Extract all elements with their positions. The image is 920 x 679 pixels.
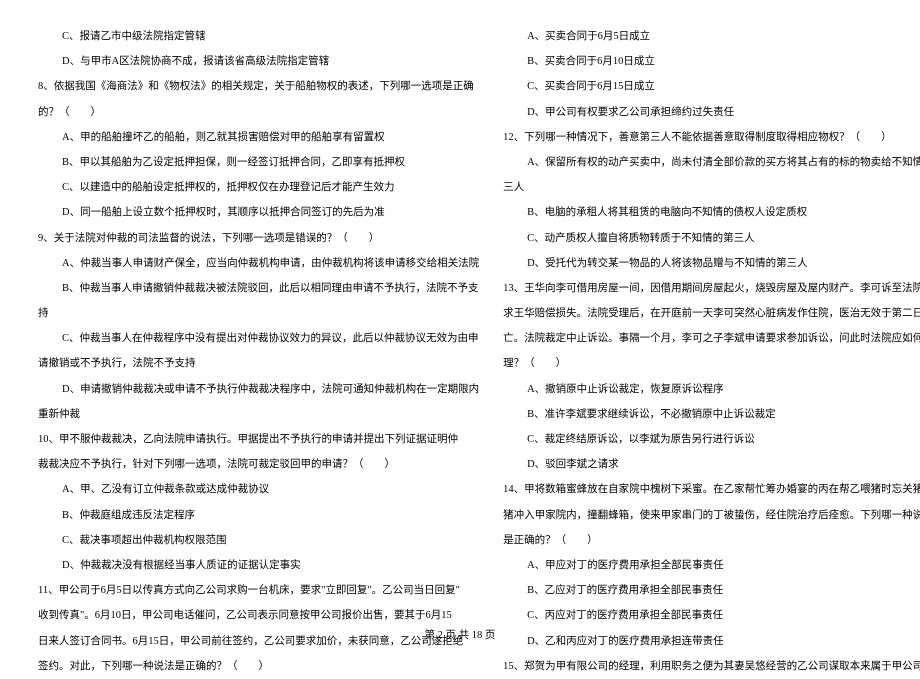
question-line: 亡。法院裁定中止诉讼。事隔一个月，李可之子李斌申请要求参加诉讼，问此时法院应如何…	[503, 326, 920, 351]
option-line: C、裁定终结原诉讼，以李斌为原告另行进行诉讼	[503, 427, 920, 452]
question-line: 的？（ ）	[38, 100, 479, 125]
continuation-line: 请撤销或不予执行，法院不予支持	[38, 351, 479, 376]
continuation-line: 持	[38, 301, 479, 326]
page-footer: 第 2 页 共 18 页	[0, 627, 920, 642]
option-line: B、仲裁当事人申请撤销仲裁裁决被法院驳回，此后以相同理由申请不予执行，法院不予支	[38, 276, 479, 301]
option-line: C、报请乙市中级法院指定管辖	[38, 24, 479, 49]
option-line: C、买卖合同于6月15日成立	[503, 74, 920, 99]
option-line: D、同一船舶上设立数个抵押权时，其顺序以抵押合同签订的先后为准	[38, 200, 479, 225]
option-line: C、以建造中的船舶设定抵押权的，抵押权仅在办理登记后才能产生效力	[38, 175, 479, 200]
continuation-line: 重新仲裁	[38, 402, 479, 427]
option-line: B、仲裁庭组成违反法定程序	[38, 503, 479, 528]
question-line: 10、甲不服仲裁裁决，乙向法院申请执行。甲据提出不予执行的申请并提出下列证据证明…	[38, 427, 479, 452]
question-line: 求王华赔偿损失。法院受理后，在开庭前一天李可突然心脏病发作住院，医治无效于第二日…	[503, 301, 920, 326]
option-line: D、仲裁裁决没有根据经当事人质证的证据认定事实	[38, 553, 479, 578]
question-line: 收到传真"。6月10日，甲公司电话催问，乙公司表示同意按甲公司报价出售，要其于6…	[38, 603, 479, 628]
question-line: 裁裁决应不予执行，针对下列哪一选项，法院可裁定驳回甲的申请？（ ）	[38, 452, 479, 477]
option-line: C、动产质权人擅自将质物转质于不知情的第三人	[503, 226, 920, 251]
question-line: 12、下列哪一种情况下，善意第三人不能依据善意取得制度取得相应物权？（ ）	[503, 125, 920, 150]
option-line: A、仲裁当事人申请财产保全，应当向仲裁机构申请，由仲裁机构将该申请移交给相关法院	[38, 251, 479, 276]
option-line: D、申请撤销仲裁裁决或申请不予执行仲裁裁决程序中，法院可通知仲裁机构在一定期限内	[38, 377, 479, 402]
option-line: B、乙应对丁的医疗费用承担全部民事责任	[503, 578, 920, 603]
question-line: 是正确的？（ ）	[503, 528, 920, 553]
option-line: D、与甲市A区法院协商不成，报请该省高级法院指定管辖	[38, 49, 479, 74]
option-line: A、甲、乙没有订立仲裁条款或达成仲裁协议	[38, 477, 479, 502]
exam-page: C、报请乙市中级法院指定管辖 D、与甲市A区法院协商不成，报请该省高级法院指定管…	[0, 0, 920, 610]
option-line: B、电脑的承租人将其租赁的电脑向不知情的债权人设定质权	[503, 200, 920, 225]
option-line: A、买卖合同于6月5日成立	[503, 24, 920, 49]
right-column: A、买卖合同于6月5日成立 B、买卖合同于6月10日成立 C、买卖合同于6月15…	[503, 24, 920, 610]
question-line: 8、依据我国《海商法》和《物权法》的相关规定，关于船舶物权的表述，下列哪一选项是…	[38, 74, 479, 99]
question-line: 签约。对此，下列哪一种说法是正确的？（ ）	[38, 654, 479, 679]
option-line: D、受托代为转交某一物品的人将该物品赠与不知情的第三人	[503, 251, 920, 276]
option-line: B、准许李斌要求继续诉讼，不必撤销原中止诉讼裁定	[503, 402, 920, 427]
option-line: C、仲裁当事人在仲裁程序中没有提出对仲裁协议效力的异议，此后以仲裁协议无效为由申	[38, 326, 479, 351]
continuation-line: 三人	[503, 175, 920, 200]
option-line: A、保留所有权的动产买卖中，尚未付清全部价款的买方将其占有的标的物卖给不知情的第	[503, 150, 920, 175]
option-line: D、甲公司有权要求乙公司承担缔约过失责任	[503, 100, 920, 125]
option-line: C、裁决事项超出仲裁机构权限范围	[38, 528, 479, 553]
option-line: B、买卖合同于6月10日成立	[503, 49, 920, 74]
option-line: A、甲应对丁的医疗费用承担全部民事责任	[503, 553, 920, 578]
question-line: 11、甲公司于6月5日以传真方式向乙公司求购一台机床，要求"立即回复"。乙公司当…	[38, 578, 479, 603]
option-line: A、甲的船舶撞坏乙的船舶，则乙就其损害赔偿对甲的船舶享有留置权	[38, 125, 479, 150]
question-line: 猪冲入甲家院内，撞翻蜂箱，使来甲家串门的丁被蛰伤，经住院治疗后痊愈。下列哪一种说…	[503, 503, 920, 528]
question-line: 14、甲将数箱蜜蜂放在自家院中槐树下采蜜。在乙家帮忙筹办婚宴的丙在帮乙喂猪时忘关…	[503, 477, 920, 502]
left-column: C、报请乙市中级法院指定管辖 D、与甲市A区法院协商不成，报请该省高级法院指定管…	[38, 24, 479, 610]
option-line: B、甲以其船舶为乙设定抵押担保，则一经签订抵押合同，乙即享有抵押权	[38, 150, 479, 175]
option-line: C、丙应对丁的医疗费用承担全部民事责任	[503, 603, 920, 628]
question-line: 13、王华向李可借用房屋一间，因借用期间房屋起火，烧毁房屋及屋内财产。李可诉至法…	[503, 276, 920, 301]
option-line: D、驳回李斌之请求	[503, 452, 920, 477]
question-line: 15、郑贺为甲有限公司的经理，利用职务之便为其妻吴悠经营的乙公司谋取本来属于甲公…	[503, 654, 920, 679]
option-line: A、撤销原中止诉讼裁定，恢复原诉讼程序	[503, 377, 920, 402]
question-line: 理？（ ）	[503, 351, 920, 376]
question-line: 9、关于法院对仲裁的司法监督的说法，下列哪一选项是错误的？（ ）	[38, 226, 479, 251]
